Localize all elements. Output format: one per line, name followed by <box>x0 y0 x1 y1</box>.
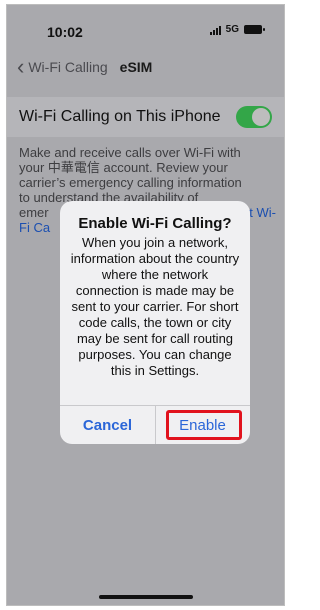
description-line: Make and receive calls over Wi-Fi with <box>19 145 241 160</box>
toggle-knob <box>252 108 270 126</box>
description-fragment: emer <box>19 205 49 220</box>
emergency-info-link[interactable]: t Wi- <box>249 205 276 220</box>
status-bar: 10:02 5G <box>7 5 284 45</box>
description-line: carrier’s emergency calling information <box>19 175 242 190</box>
home-indicator[interactable] <box>98 595 193 599</box>
enable-button[interactable]: Enable <box>155 406 250 444</box>
battery-icon <box>244 25 265 34</box>
alert-title: Enable Wi-Fi Calling? <box>78 215 232 232</box>
status-indicators: 5G <box>209 24 265 35</box>
back-chevron-icon[interactable]: ‹ <box>17 56 24 78</box>
wifi-calling-label: Wi-Fi Calling on This iPhone <box>19 108 221 125</box>
network-type: 5G <box>225 24 239 35</box>
signal-icon <box>209 25 221 35</box>
description-line: your 中華電信 account. Review your <box>19 160 228 175</box>
phone-screen: 10:02 5G ‹ Wi-Fi Calling eSIM Wi-Fi Call… <box>6 4 285 606</box>
enable-wifi-calling-alert: Enable Wi-Fi Calling? When you join a ne… <box>60 201 250 444</box>
status-time: 10:02 <box>47 24 83 40</box>
navigation-bar: ‹ Wi-Fi Calling eSIM <box>17 55 274 79</box>
alert-message: When you join a network, information abo… <box>70 235 240 378</box>
wifi-calling-row: Wi-Fi Calling on This iPhone <box>7 97 284 137</box>
page-title: eSIM <box>119 59 153 75</box>
back-button[interactable]: Wi-Fi Calling <box>28 59 107 75</box>
cancel-button[interactable]: Cancel <box>60 406 155 444</box>
wifi-calling-toggle[interactable] <box>236 106 272 128</box>
